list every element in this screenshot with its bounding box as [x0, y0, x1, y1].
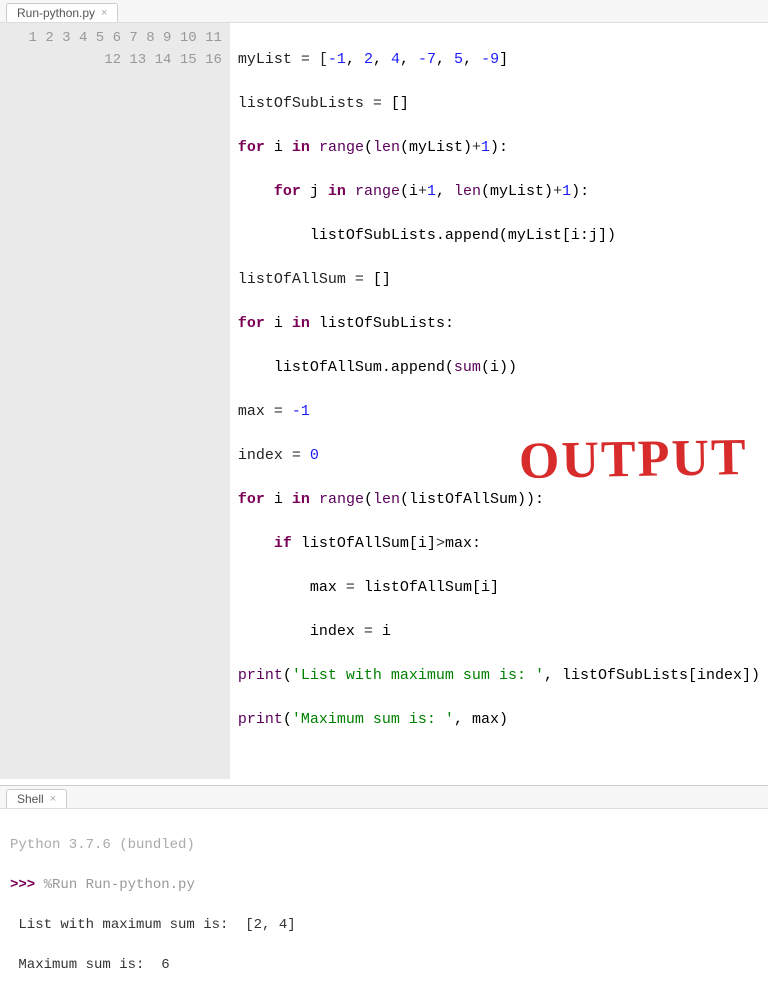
- code-line: myList = [-1, 2, 4, -7, 5, -9]: [238, 49, 760, 71]
- code-line: listOfSubLists = []: [238, 93, 760, 115]
- line-number: 14: [155, 52, 172, 68]
- code-editor[interactable]: 1 2 3 4 5 6 7 8 9 10 11 12 13 14 15 16 m…: [0, 23, 768, 779]
- code-area[interactable]: myList = [-1, 2, 4, -7, 5, -9] listOfSub…: [230, 23, 768, 779]
- code-line: max = -1: [238, 401, 760, 423]
- line-number: 3: [62, 30, 70, 46]
- shell-output: List with maximum sum is: [2, 4]: [10, 915, 758, 935]
- code-line: listOfAllSum = []: [238, 269, 760, 291]
- code-line: listOfAllSum.append(sum(i)): [238, 357, 760, 379]
- line-number: 4: [79, 30, 87, 46]
- tab-label: Run-python.py: [17, 6, 95, 20]
- line-number: 16: [205, 52, 222, 68]
- line-number: 7: [129, 30, 137, 46]
- python-version: Python 3.7.6 (bundled): [10, 835, 758, 855]
- code-line: index = 0: [238, 445, 760, 467]
- line-number: 12: [104, 52, 121, 68]
- editor-tab-bar: Run-python.py ×: [0, 0, 768, 23]
- shell-output: Maximum sum is: 6: [10, 955, 758, 975]
- code-line: index = i: [238, 621, 760, 643]
- code-line: if listOfAllSum[i]>max:: [238, 533, 760, 555]
- line-number: 8: [146, 30, 154, 46]
- close-icon[interactable]: ×: [50, 793, 56, 805]
- code-line: for j in range(i+1, len(myList)+1):: [238, 181, 760, 203]
- shell-panel[interactable]: Python 3.7.6 (bundled) >>> %Run Run-pyth…: [0, 809, 768, 1001]
- shell-tab[interactable]: Shell ×: [6, 789, 67, 808]
- code-line: listOfSubLists.append(myList[i:j]): [238, 225, 760, 247]
- close-icon[interactable]: ×: [101, 7, 107, 19]
- shell-tab-bar: Shell ×: [0, 785, 768, 809]
- line-number: 2: [45, 30, 53, 46]
- code-line: for i in range(len(listOfAllSum)):: [238, 489, 760, 511]
- code-line: print('List with maximum sum is: ', list…: [238, 665, 760, 687]
- line-number: 9: [163, 30, 171, 46]
- editor-tab[interactable]: Run-python.py ×: [6, 3, 118, 22]
- line-gutter: 1 2 3 4 5 6 7 8 9 10 11 12 13 14 15 16: [0, 23, 230, 779]
- code-line: for i in range(len(myList)+1):: [238, 137, 760, 159]
- shell-prompt-line: >>> %Run Run-python.py: [10, 875, 758, 895]
- code-line: max = listOfAllSum[i]: [238, 577, 760, 599]
- line-number: 6: [113, 30, 121, 46]
- code-line: for i in listOfSubLists:: [238, 313, 760, 335]
- line-number: 15: [180, 52, 197, 68]
- line-number: 10: [180, 30, 197, 46]
- code-line: print('Maximum sum is: ', max): [238, 709, 760, 731]
- line-number: 1: [29, 30, 37, 46]
- line-number: 11: [205, 30, 222, 46]
- tab-label: Shell: [17, 792, 44, 806]
- line-number: 13: [129, 52, 146, 68]
- line-number: 5: [96, 30, 104, 46]
